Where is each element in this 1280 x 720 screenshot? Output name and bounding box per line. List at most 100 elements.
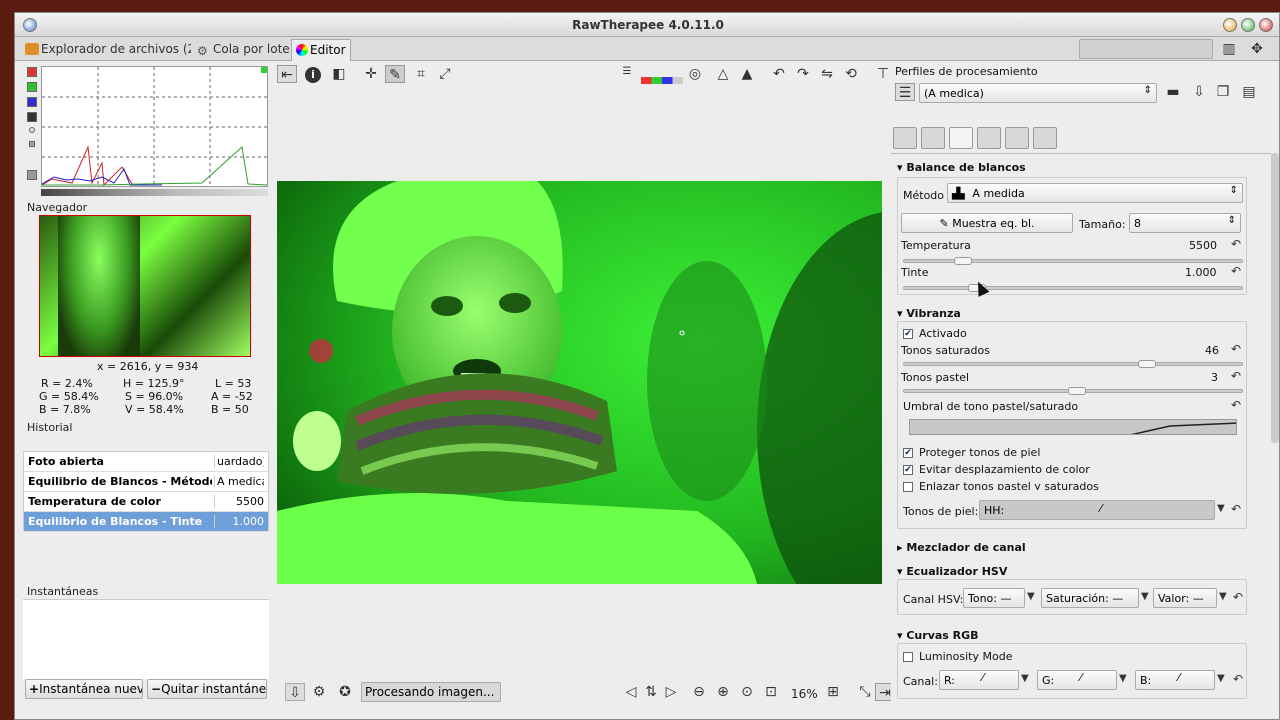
dropdown-arrow-icon[interactable]: ▼ <box>1119 673 1127 684</box>
hsv-val-curve[interactable]: Valor: — <box>1153 588 1217 608</box>
crop-icon[interactable]: ⌗ <box>411 65 431 83</box>
dropdown-arrow-icon[interactable]: ▼ <box>1217 673 1225 684</box>
vibrance-protect-skin-checkbox[interactable]: ✔ <box>903 448 913 458</box>
tab-batch-queue[interactable]: ⚙ Cola por lotes <box>193 39 289 61</box>
paste-profile-icon[interactable]: ▤ <box>1239 83 1259 101</box>
tab-exposure[interactable] <box>893 127 917 149</box>
dropdown-arrow-icon[interactable]: ▼ <box>1219 591 1227 602</box>
vibrance-skin-reset-icon[interactable]: ↶ <box>1231 502 1241 516</box>
flip-vertical-icon[interactable]: ⟲ <box>841 65 861 83</box>
send-to-queue-icon[interactable]: ⚙ <box>309 683 329 701</box>
panel-layout-icon[interactable]: ▥ <box>1219 40 1239 58</box>
rgb-reset-icon[interactable]: ↶ <box>1233 672 1243 686</box>
wb-temp-reset-icon[interactable]: ↶ <box>1231 237 1241 251</box>
tab-color[interactable] <box>949 127 973 149</box>
top-search-box[interactable] <box>1079 39 1213 59</box>
tab-editor[interactable]: Editor <box>291 39 351 61</box>
wb-section-title[interactable]: ▾ Balance de blancos <box>897 161 1026 174</box>
histogram-scale-toggle[interactable] <box>27 170 37 180</box>
vibrance-threshold-reset-icon[interactable]: ↶ <box>1231 398 1241 412</box>
slider-knob[interactable] <box>1138 360 1156 368</box>
straighten-icon[interactable]: ⤢ <box>435 65 455 83</box>
vibrance-skin-curve-select[interactable]: HH: ⁄ <box>979 500 1215 520</box>
histogram-blue-toggle[interactable] <box>27 97 37 107</box>
hsv-section-title[interactable]: ▾ Ecualizador HSV <box>897 565 1007 578</box>
previous-image-icon[interactable]: ◁ <box>621 683 641 701</box>
hide-left-panel-icon[interactable]: ⇤ <box>277 65 297 83</box>
profile-list-icon[interactable]: ☰ <box>895 83 915 101</box>
vibrance-link-checkbox[interactable] <box>903 482 913 492</box>
hsv-hue-curve[interactable]: Tono: — <box>963 588 1025 608</box>
remove-snapshot-button[interactable]: −Quitar instantánea <box>147 679 267 699</box>
minimize-icon[interactable] <box>1223 18 1237 32</box>
external-editor-icon[interactable]: ✪ <box>335 683 355 701</box>
close-icon[interactable] <box>1259 18 1273 32</box>
copy-profile-icon[interactable]: ❐ <box>1213 83 1233 101</box>
wb-picker-icon[interactable]: ✎ <box>385 65 405 83</box>
history-row[interactable]: Equilibrio de Blancos - Método A medica <box>24 472 268 492</box>
vibrance-saturated-slider[interactable] <box>903 360 1243 368</box>
histogram-red-toggle[interactable] <box>27 67 37 77</box>
clip-highlight-warning-icon[interactable]: △ <box>713 65 733 83</box>
fullscreen-preview-icon[interactable]: ⤡ <box>855 683 875 701</box>
main-image-preview[interactable] <box>277 181 882 584</box>
wb-temp-slider[interactable] <box>903 257 1243 265</box>
tab-raw[interactable] <box>1005 127 1029 149</box>
flip-horizontal-icon[interactable]: ⇋ <box>817 65 837 83</box>
tab-metadata[interactable] <box>1033 127 1057 149</box>
history-row[interactable]: Foto abierta uardado) <box>24 452 268 472</box>
slider-knob[interactable] <box>954 257 972 265</box>
before-after-icon[interactable]: ◧ <box>329 65 349 83</box>
new-detail-window-icon[interactable]: ⊞ <box>823 683 843 701</box>
vibrance-pastel-slider[interactable] <box>903 387 1243 395</box>
tab-detail[interactable] <box>921 127 945 149</box>
vibrance-pastel-reset-icon[interactable]: ↶ <box>1231 369 1241 383</box>
histogram-luma-toggle[interactable] <box>27 112 37 122</box>
fullscreen-icon[interactable]: ✥ <box>1247 40 1267 58</box>
wb-size-select[interactable]: 8 ⇕ <box>1129 213 1241 233</box>
vibrance-saturated-reset-icon[interactable]: ↶ <box>1231 342 1241 356</box>
zoom-out-icon[interactable]: ⊖ <box>689 683 709 701</box>
load-profile-icon[interactable]: ▬ <box>1163 83 1183 101</box>
focus-mask-icon[interactable]: ◎ <box>685 65 705 83</box>
save-profile-icon[interactable]: ⇩ <box>1189 83 1209 101</box>
wb-method-select[interactable]: ▟▖ A medida ⇕ <box>947 183 1243 203</box>
rotate-left-icon[interactable]: ↶ <box>769 65 789 83</box>
profile-select[interactable]: (A medica) ⇕ <box>919 83 1157 103</box>
tab-file-browser[interactable]: Explorador de archivos (28) <box>21 39 191 61</box>
vibrance-section-title[interactable]: ▾ Vibranza <box>897 307 961 320</box>
next-image-icon[interactable]: ▷ <box>661 683 681 701</box>
wb-tint-slider[interactable] <box>903 284 1243 292</box>
wb-spot-button[interactable]: ✎ Muestra eq. bl. <box>901 213 1073 233</box>
zoom-fit-icon[interactable]: ⊙ <box>737 683 757 701</box>
rgb-b-curve[interactable]: B: ⁄ <box>1135 670 1215 690</box>
maximize-icon[interactable] <box>1241 18 1255 32</box>
navigator-preview[interactable] <box>39 215 251 357</box>
vibrance-avoid-shift-checkbox[interactable]: ✔ <box>903 465 913 475</box>
dropdown-arrow-icon[interactable]: ▼ <box>1141 591 1149 602</box>
hide-toolbar-icon[interactable]: ⊤ <box>873 65 893 83</box>
save-image-icon[interactable]: ⇩ <box>285 683 305 701</box>
hand-tool-icon[interactable]: ✛ <box>361 65 381 83</box>
clip-shadow-warning-icon[interactable]: ▲ <box>737 65 757 83</box>
slider-knob[interactable] <box>1068 387 1086 395</box>
tool-scrollbar[interactable] <box>1271 153 1279 443</box>
histogram-green-toggle[interactable] <box>27 82 37 92</box>
hsv-sat-curve[interactable]: Saturación: — <box>1041 588 1139 608</box>
channel-mixer-section-title[interactable]: ▸ Mezclador de canal <box>897 541 1026 554</box>
rgb-luminosity-checkbox[interactable] <box>903 652 913 662</box>
zoom-100-icon[interactable]: ⊡ <box>761 683 781 701</box>
histogram-raw-toggle[interactable] <box>29 127 35 133</box>
history-row[interactable]: Temperatura de color 5500 <box>24 492 268 512</box>
sync-browser-icon[interactable]: ⇅ <box>641 683 661 701</box>
preview-channel-swatches[interactable] <box>641 77 683 84</box>
info-icon[interactable]: i <box>303 65 323 83</box>
histogram-bar-toggle[interactable] <box>29 141 35 147</box>
vibrance-threshold-selector[interactable] <box>909 419 1237 435</box>
rgb-section-title[interactable]: ▾ Curvas RGB <box>897 629 979 642</box>
zoom-in-icon[interactable]: ⊕ <box>713 683 733 701</box>
dropdown-arrow-icon[interactable]: ▼ <box>1027 591 1035 602</box>
hsv-reset-icon[interactable]: ↶ <box>1233 590 1243 604</box>
history-row-selected[interactable]: Equilibrio de Blancos - Tinte 1.000 <box>24 512 268 532</box>
wb-tint-reset-icon[interactable]: ↶ <box>1231 264 1241 278</box>
